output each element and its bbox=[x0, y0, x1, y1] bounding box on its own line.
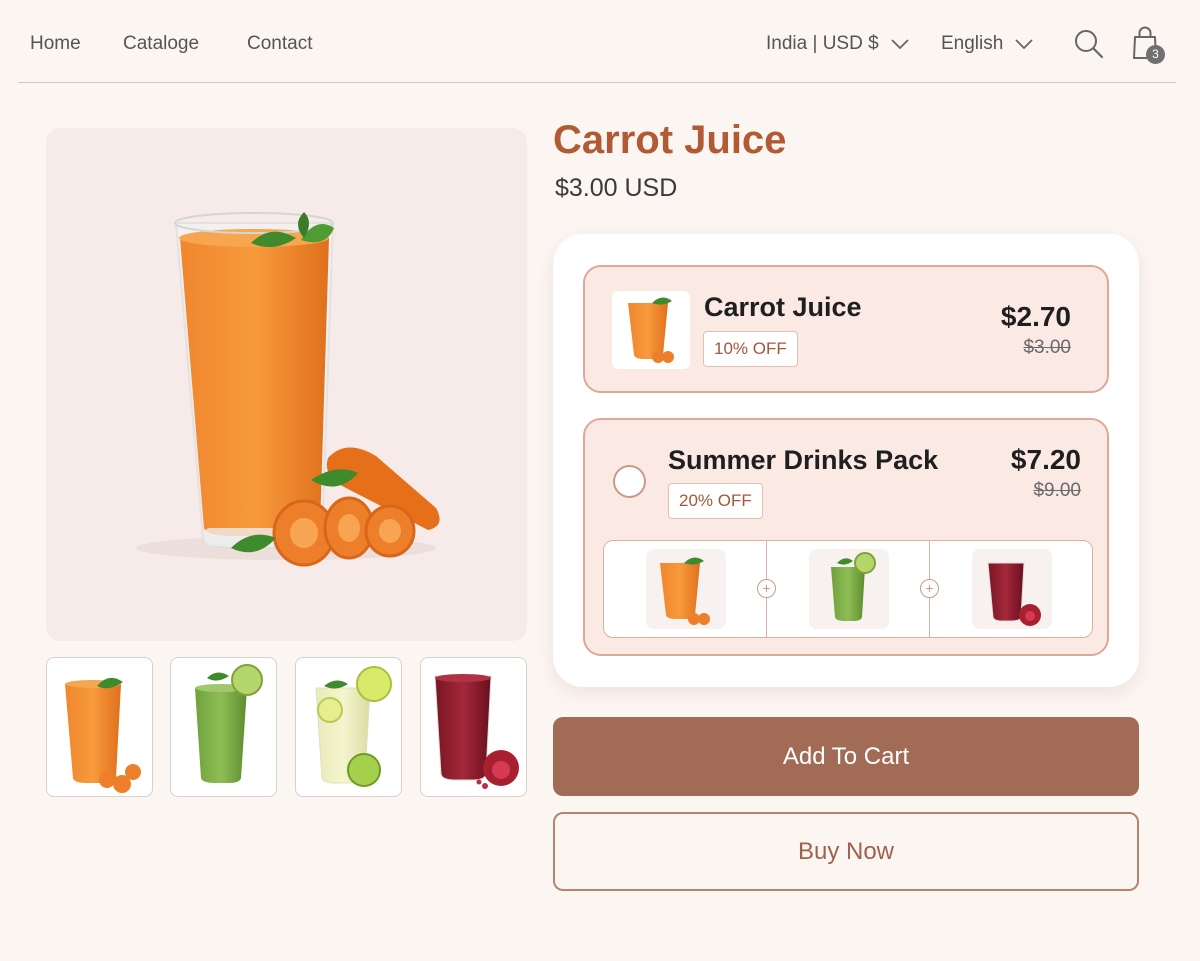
offer-single-image bbox=[612, 291, 690, 369]
buy-now-button[interactable]: Buy Now bbox=[553, 812, 1139, 891]
offer-bundle[interactable]: Summer Drinks Pack 20% OFF $7.20 $9.00 + bbox=[583, 418, 1109, 656]
main-product-image bbox=[46, 128, 527, 641]
green-juice-thumb-image bbox=[195, 664, 263, 783]
offer-bundle-radio[interactable] bbox=[613, 465, 646, 498]
bundle-item-carrot-juice bbox=[604, 541, 767, 637]
nav-home[interactable]: Home bbox=[30, 33, 81, 55]
carrot-juice-thumb-image bbox=[65, 677, 141, 793]
lemonade-thumb-image bbox=[315, 666, 392, 787]
thumbnail-green-juice[interactable] bbox=[170, 657, 277, 797]
bundle-items: + + bbox=[603, 540, 1093, 638]
bundle-item-green-juice bbox=[767, 541, 930, 637]
bundle-item-carrot-juice-image bbox=[645, 549, 726, 629]
offer-bundle-name: Summer Drinks Pack bbox=[668, 445, 939, 475]
country-currency-label: India | USD $ bbox=[766, 33, 879, 54]
offer-single-price: $2.70 bbox=[1000, 301, 1071, 332]
offer-bundle-original-price: $9.00 bbox=[1033, 480, 1081, 501]
search-button[interactable] bbox=[1074, 29, 1104, 59]
pomegranate-juice-thumb-image bbox=[434, 674, 519, 789]
chevron-down-icon bbox=[1015, 39, 1033, 50]
thumbnail-pomegranate-juice[interactable] bbox=[420, 657, 527, 797]
offer-bundle-discount-badge: 20% OFF bbox=[668, 483, 763, 519]
country-currency-selector[interactable]: India | USD $ bbox=[766, 33, 909, 55]
language-label: English bbox=[941, 33, 1004, 54]
offer-bundle-price: $7.20 bbox=[1010, 444, 1081, 475]
cart-button[interactable]: 3 bbox=[1132, 26, 1166, 64]
language-selector[interactable]: English bbox=[941, 33, 1033, 55]
product-price: $3.00 USD bbox=[555, 174, 678, 202]
bundle-item-pomegranate-juice bbox=[930, 541, 1093, 637]
thumbnail-lemonade[interactable] bbox=[295, 657, 402, 797]
thumbnail-carrot-juice[interactable] bbox=[46, 657, 153, 797]
top-nav: Home Cataloge Contact India | USD $ Engl… bbox=[18, 0, 1176, 83]
cart-count-badge: 3 bbox=[1146, 45, 1165, 64]
bundle-offers-card: Carrot Juice 10% OFF $2.70 $3.00 Summer … bbox=[553, 234, 1139, 687]
bundle-item-green-juice-image bbox=[808, 549, 889, 629]
offer-single-original-price: $3.00 bbox=[1023, 337, 1071, 358]
carrot-juice-mini-image bbox=[628, 297, 674, 363]
add-to-cart-button[interactable]: Add To Cart bbox=[553, 717, 1139, 796]
chevron-down-icon bbox=[891, 39, 909, 50]
bundle-item-pomegranate-juice-image bbox=[971, 549, 1052, 629]
product-title: Carrot Juice bbox=[553, 118, 787, 162]
offer-single-name: Carrot Juice bbox=[704, 292, 862, 322]
search-icon bbox=[1075, 30, 1104, 59]
carrot-juice-image bbox=[136, 212, 440, 567]
offer-single-discount-badge: 10% OFF bbox=[703, 331, 798, 367]
nav-contact[interactable]: Contact bbox=[247, 33, 312, 55]
offer-single[interactable]: Carrot Juice 10% OFF $2.70 $3.00 bbox=[583, 265, 1109, 393]
nav-cataloge[interactable]: Cataloge bbox=[123, 33, 199, 55]
cart-count: 3 bbox=[1152, 47, 1159, 61]
